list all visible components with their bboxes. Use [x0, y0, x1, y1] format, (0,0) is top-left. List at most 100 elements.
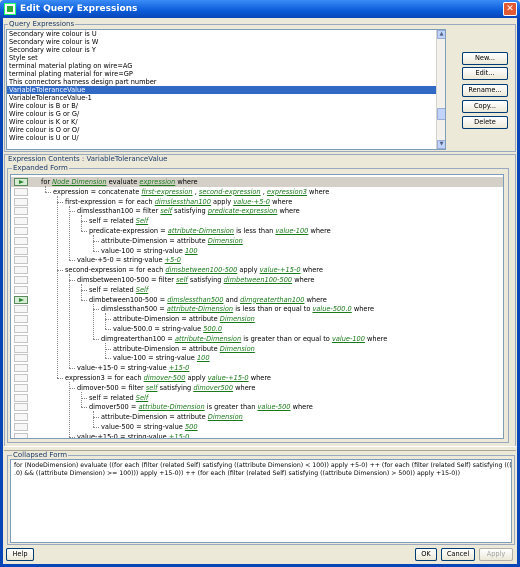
list-item[interactable]: VariableToleranceValue-1 — [7, 94, 445, 102]
row-marker[interactable] — [14, 305, 28, 314]
expand-marker-icon[interactable] — [14, 178, 28, 186]
expression-link[interactable]: attribute-Dimension — [168, 227, 234, 235]
list-item[interactable]: VariableToleranceValue — [7, 86, 445, 94]
expression-link[interactable]: value-+15-0 — [208, 374, 249, 382]
expression-link[interactable]: 500 — [185, 423, 198, 431]
expression-link[interactable]: 500.0 — [203, 325, 222, 333]
row-marker[interactable] — [14, 207, 28, 216]
expression-link[interactable]: attribute-Dimension — [167, 305, 233, 313]
collapsed-form-text[interactable]: for (NodeDimension) evaluate ((for each … — [10, 459, 512, 543]
expression-link[interactable]: value-+5-0 — [233, 198, 270, 206]
query-list-scrollbar[interactable]: ▲ ▼ — [436, 30, 445, 149]
expression-link[interactable]: dimslessthan100 — [155, 198, 211, 206]
row-marker[interactable] — [14, 413, 28, 422]
tree-row[interactable]: self = related Self — [11, 216, 503, 226]
list-item[interactable]: Secondary wire colour is Y — [7, 46, 445, 54]
apply-button[interactable]: Apply — [479, 548, 513, 561]
row-marker[interactable] — [14, 325, 28, 333]
tree-row[interactable]: dimslessthan500 = attribute-Dimension is… — [11, 304, 503, 314]
expression-link[interactable]: 100 — [185, 247, 198, 255]
tree-row[interactable]: attribute-Dimension = attribute Dimensio… — [11, 412, 503, 422]
expression-link[interactable]: expression — [139, 178, 175, 186]
tree-row[interactable]: first-expression = for each dimslessthan… — [11, 197, 503, 207]
expression-link[interactable]: value-500 — [258, 403, 291, 411]
row-marker[interactable] — [14, 403, 28, 412]
row-marker[interactable] — [14, 315, 28, 324]
tree-row[interactable]: attribute-Dimension = attribute Dimensio… — [11, 314, 503, 324]
expression-link[interactable]: value-100 — [332, 335, 365, 343]
row-marker[interactable] — [14, 432, 28, 438]
row-marker[interactable] — [14, 236, 28, 245]
row-marker[interactable] — [14, 364, 28, 373]
row-marker[interactable] — [14, 354, 28, 363]
expression-link[interactable]: second-expression — [199, 188, 261, 196]
expression-link[interactable]: self — [160, 207, 172, 215]
expression-link[interactable]: value-+15-0 — [260, 266, 301, 274]
close-button[interactable]: ✕ — [503, 2, 517, 16]
row-marker[interactable] — [14, 246, 28, 255]
expression-link[interactable]: Dimension — [208, 413, 243, 421]
list-item[interactable]: Wire colour is B or B/ — [7, 102, 445, 110]
edit-button[interactable]: Edit... — [462, 67, 508, 80]
row-marker[interactable] — [14, 217, 28, 226]
expression-link[interactable]: value-500.0 — [312, 305, 351, 313]
tree-row[interactable]: predicate-expression = attribute-Dimensi… — [11, 226, 503, 236]
expression-link[interactable]: dimbetween100-500 — [224, 276, 293, 284]
tree-row[interactable]: value-100 = string-value 100 — [11, 246, 503, 256]
tree-row[interactable]: value-+15-0 = string-value +15-0 — [11, 432, 503, 438]
expression-link[interactable]: dimsbetween100-500 — [165, 266, 237, 274]
row-marker[interactable] — [14, 197, 28, 206]
list-item[interactable]: Wire colour is O or O/ — [7, 126, 445, 134]
row-marker[interactable] — [14, 423, 28, 431]
row-marker[interactable] — [14, 374, 28, 382]
tree-row[interactable]: expression = concatenate first-expressio… — [11, 187, 503, 197]
tree-row[interactable]: self = related Self — [11, 285, 503, 295]
expression-link[interactable]: dimgreaterthan100 — [240, 296, 304, 304]
tree-row[interactable]: dimsbetween100-500 = filter self satisfy… — [11, 275, 503, 285]
row-marker[interactable] — [14, 334, 28, 343]
expression-link[interactable]: Dimension — [220, 345, 255, 353]
form-splitter[interactable] — [4, 446, 516, 451]
tree-row[interactable]: value-+15-0 = string-value +15-0 — [11, 363, 503, 373]
expression-link[interactable]: Self — [136, 217, 148, 225]
tree-row[interactable]: dimslessthan100 = filter self satisfying… — [11, 206, 503, 216]
delete-button[interactable]: Delete — [462, 116, 508, 129]
expression-link[interactable]: +5-0 — [165, 256, 181, 264]
list-item[interactable]: Secondary wire colour is W — [7, 38, 445, 46]
row-marker[interactable] — [14, 256, 28, 265]
list-item[interactable]: Wire colour is K or K/ — [7, 118, 445, 126]
expression-link[interactable]: attribute-Dimension — [175, 335, 241, 343]
row-marker[interactable] — [14, 383, 28, 392]
expression-link[interactable]: expression3 — [267, 188, 307, 196]
expression-link[interactable]: Self — [136, 394, 148, 402]
expression-link[interactable]: Dimension — [220, 315, 255, 323]
expression-link[interactable]: +15-0 — [169, 364, 190, 372]
tree-row[interactable]: value-+5-0 = string-value +5-0 — [11, 255, 503, 265]
list-item[interactable]: Wire colour is U or U/ — [7, 134, 445, 142]
row-marker[interactable] — [14, 187, 28, 196]
scroll-down-arrow-icon[interactable]: ▼ — [437, 140, 445, 149]
expression-link[interactable]: value-100 — [275, 227, 308, 235]
row-marker[interactable] — [14, 227, 28, 235]
tree-row[interactable]: for Node Dimension evaluate expression w… — [11, 177, 503, 187]
row-marker[interactable] — [14, 285, 28, 294]
expression-link[interactable]: dimover-500 — [144, 374, 186, 382]
expression-link[interactable]: 100 — [197, 354, 210, 362]
tree-row[interactable]: dimover-500 = filter self satisfying dim… — [11, 383, 503, 393]
tree-row[interactable]: attribute-Dimension = attribute Dimensio… — [11, 344, 503, 354]
tree-row[interactable]: second-expression = for each dimsbetween… — [11, 265, 503, 275]
tree-row[interactable]: value-500.0 = string-value 500.0 — [11, 324, 503, 334]
tree-row[interactable]: dimover500 = attribute-Dimension is grea… — [11, 402, 503, 412]
expression-link[interactable]: Self — [136, 286, 148, 294]
expression-link[interactable]: self — [176, 276, 188, 284]
expression-link[interactable]: dimover500 — [193, 384, 233, 392]
rename-button[interactable]: Rename... — [462, 84, 508, 97]
list-item[interactable]: Style set — [7, 54, 445, 62]
row-marker[interactable] — [14, 276, 28, 284]
list-item[interactable]: Secondary wire colour is U — [7, 30, 445, 38]
tree-row[interactable]: self = related Self — [11, 393, 503, 403]
expression-link[interactable]: attribute-Dimension — [138, 403, 204, 411]
expanded-form-tree[interactable]: for Node Dimension evaluate expression w… — [10, 174, 504, 439]
row-marker[interactable] — [14, 266, 28, 275]
list-item[interactable]: Wire colour is G or G/ — [7, 110, 445, 118]
